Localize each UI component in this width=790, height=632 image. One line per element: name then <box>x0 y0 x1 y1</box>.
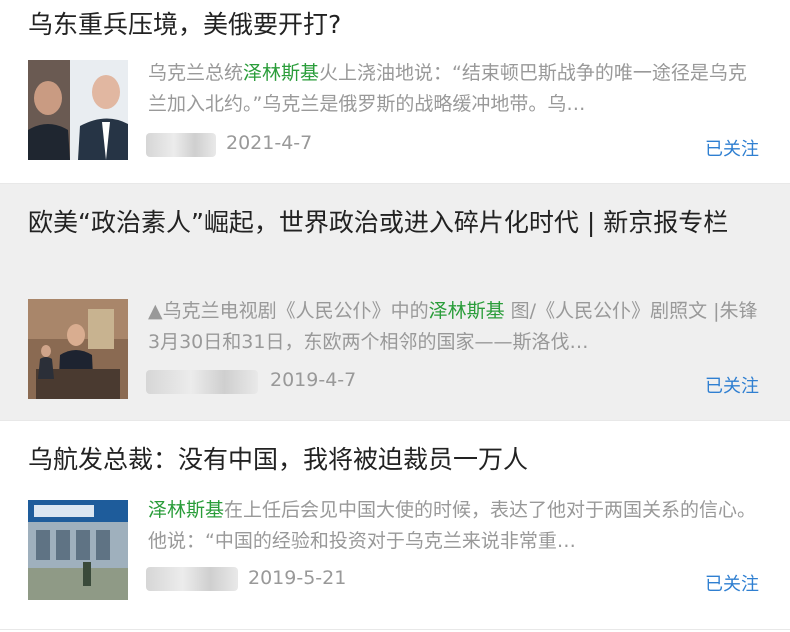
snippet-text: ▲乌克兰电视剧《人民公仆》中的 <box>148 300 429 322</box>
article-card[interactable]: 乌东重兵压境，美俄要开打? 乌克兰总统泽林斯基火上浇油地说：“结束顿巴斯战争的唯… <box>0 0 790 184</box>
article-thumbnail[interactable] <box>28 299 128 399</box>
article-thumbnail[interactable] <box>28 500 128 600</box>
follow-button[interactable]: 已关注 <box>705 135 759 161</box>
follow-button[interactable]: 已关注 <box>705 570 759 596</box>
snippet-keyword: 泽林斯基 <box>148 499 225 521</box>
article-date: 2021-4-7 <box>226 132 313 154</box>
article-thumbnail[interactable] <box>28 60 128 160</box>
source-name-blurred <box>146 567 238 591</box>
article-snippet: 乌克兰总统泽林斯基火上浇油地说：“结束顿巴斯战争的唯一途径是乌克兰加入北约。”乌… <box>148 58 758 120</box>
article-card[interactable]: 乌航发总裁：没有中国，我将被迫裁员一万人 泽林斯基在上任后会见中国大使的时候，表… <box>0 421 790 630</box>
snippet-keyword: 泽林斯基 <box>243 62 320 84</box>
news-feed: 乌东重兵压境，美俄要开打? 乌克兰总统泽林斯基火上浇油地说：“结束顿巴斯战争的唯… <box>0 0 790 630</box>
article-date: 2019-4-7 <box>270 369 357 391</box>
article-title[interactable]: 欧美“政治素人”崛起，世界政治或进入碎片化时代 | 新京报专栏 <box>28 204 763 242</box>
article-snippet: 泽林斯基在上任后会见中国大使的时候，表达了他对于两国关系的信心。他说：“中国的经… <box>148 495 758 557</box>
snippet-keyword: 泽林斯基 <box>428 300 505 322</box>
article-card[interactable]: 欧美“政治素人”崛起，世界政治或进入碎片化时代 | 新京报专栏 ▲乌克兰电视剧《… <box>0 184 790 421</box>
article-title[interactable]: 乌航发总裁：没有中国，我将被迫裁员一万人 <box>28 441 763 479</box>
article-snippet: ▲乌克兰电视剧《人民公仆》中的泽林斯基 图/《人民公仆》剧照文 |朱锋3月30日… <box>148 296 758 358</box>
source-name-blurred <box>146 370 258 394</box>
snippet-text: 乌克兰总统 <box>148 62 244 84</box>
article-date: 2019-5-21 <box>248 567 347 589</box>
follow-button[interactable]: 已关注 <box>705 372 759 398</box>
snippet-text: 在上任后会见中国大使的时候，表达了他对于两国关系的信心。他说：“中国的经验和投资… <box>148 499 757 552</box>
source-name-blurred <box>146 133 216 157</box>
article-title[interactable]: 乌东重兵压境，美俄要开打? <box>28 6 763 44</box>
